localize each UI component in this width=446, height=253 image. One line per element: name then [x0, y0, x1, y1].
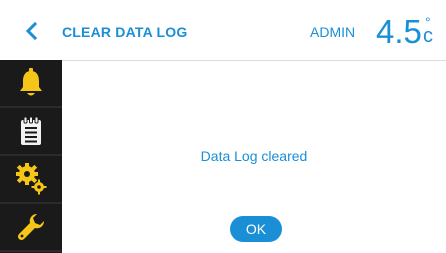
main-content: Data Log cleared OK — [62, 61, 446, 253]
gears-icon — [0, 156, 62, 202]
sidebar-item-service[interactable] — [0, 204, 62, 252]
clipboard-icon — [0, 108, 62, 154]
sidebar-item-settings[interactable] — [0, 156, 62, 204]
sidebar-item-alarms[interactable] — [0, 60, 62, 108]
back-button[interactable] — [22, 21, 42, 41]
sidebar-item-log[interactable] — [0, 108, 62, 156]
page-title: CLEAR DATA LOG — [62, 24, 188, 40]
wrench-icon — [0, 204, 62, 250]
chevron-left-icon — [25, 21, 38, 41]
screen: CLEAR DATA LOG ADMIN 4.5 ° c Data Log cl… — [0, 0, 446, 253]
temperature-value: 4.5 — [376, 13, 422, 50]
sidebar — [0, 60, 62, 253]
bell-icon — [0, 60, 62, 106]
status-message: Data Log cleared — [200, 148, 308, 164]
temperature-unit: c — [423, 25, 433, 47]
user-label: ADMIN — [310, 24, 356, 40]
ok-button[interactable]: OK — [230, 216, 282, 242]
header-bar: CLEAR DATA LOG ADMIN 4.5 ° c — [0, 0, 446, 61]
